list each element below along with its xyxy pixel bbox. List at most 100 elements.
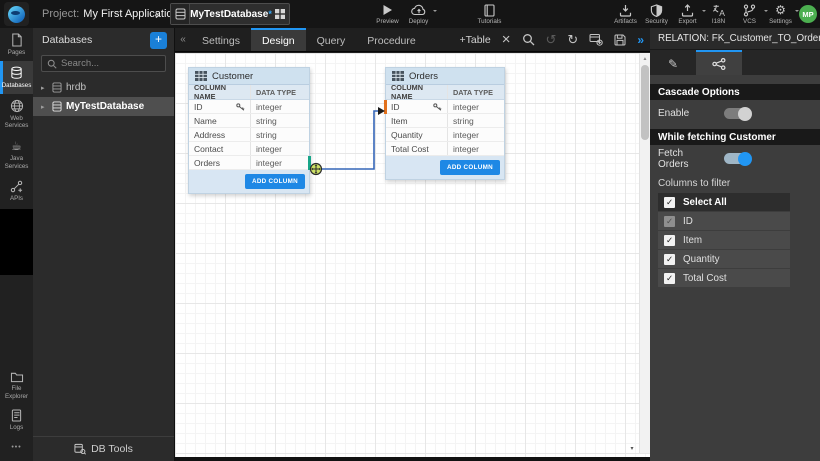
tab-edit-relation[interactable]: ✎ [650,50,696,75]
search-box[interactable] [41,55,166,72]
column-row-total-cost[interactable]: Total Cost integer [386,142,504,156]
tab-settings[interactable]: Settings [191,28,251,51]
scroll-up-icon[interactable]: ▲ [640,53,650,63]
db-tools-button[interactable]: DB Tools [33,436,174,461]
tab-query[interactable]: Query [306,28,357,51]
column-row-quantity[interactable]: Quantity integer [386,128,504,142]
grid-view-icon[interactable] [272,9,289,19]
search-icon[interactable] [522,33,535,46]
column-row-item[interactable]: Item string [386,114,504,128]
filter-row-select-all[interactable]: ✓ Select All [658,193,790,211]
expand-panel-icon[interactable]: » [637,33,644,47]
add-column-button[interactable]: ADD COLUMN [440,160,500,175]
add-column-button[interactable]: ADD COLUMN [245,174,305,189]
scrollbar-thumb[interactable] [641,65,649,140]
vcs-button[interactable]: VCS [734,0,765,28]
filter-row-quantity[interactable]: ✓ Quantity [658,250,790,268]
filter-row-item[interactable]: ✓ Item [658,231,790,249]
checkbox-checked[interactable]: ✓ [664,254,675,265]
relation-target-anchor[interactable] [384,100,387,114]
sidebar-item-apis[interactable]: APIs [0,175,33,207]
db-tree-item-hrdb[interactable]: ▸ hrdb [33,78,174,97]
export-button[interactable]: Export [672,0,703,28]
filter-row-id[interactable]: ✓ ID [658,212,790,230]
checkbox-checked[interactable]: ✓ [664,197,675,208]
schema-canvas[interactable]: Customer COLUMN NAME DATA TYPE ID intege… [175,53,650,457]
search-icon [47,59,57,69]
primary-key-icon [433,103,442,111]
column-row-address[interactable]: Address string [189,128,309,142]
pencil-icon: ✎ [668,57,678,71]
settings-button[interactable]: ⚙ Settings [765,0,796,28]
expander-icon[interactable]: ▸ [41,84,48,92]
security-button[interactable]: Security [641,0,672,28]
coffee-cup-icon: ☕ [11,139,22,153]
i18n-button[interactable]: A I18N [703,0,734,28]
search-input[interactable] [61,58,160,69]
table-card-customer[interactable]: Customer COLUMN NAME DATA TYPE ID intege… [188,67,310,194]
table-card-orders[interactable]: Orders COLUMN NAME DATA TYPE ID integer … [385,67,505,180]
checkbox-checked[interactable]: ✓ [664,273,675,284]
collapse-panel-icon[interactable]: « [175,28,191,51]
database-icon [52,82,62,93]
tutorials-button[interactable]: Tutorials [474,0,505,28]
column-row-contact[interactable]: Contact integer [189,142,309,156]
column-row-name[interactable]: Name string [189,114,309,128]
connector-drag-node [311,164,322,175]
relation-properties-panel: RELATION: FK_Customer_TO_Orders_O... ✎ C… [650,28,820,461]
table-name: Orders [409,71,438,82]
save-icon[interactable] [614,34,626,46]
tab-design[interactable]: Design [251,28,306,51]
update-database-icon[interactable] [589,33,603,46]
page-icon [10,33,23,47]
fetch-orders-toggle[interactable] [724,153,750,164]
open-database-tab[interactable]: MyTestDatabase* [170,3,290,25]
deploy-button[interactable]: Deploy [403,0,434,28]
redo-icon[interactable]: ↻ [567,33,578,46]
tab-relation-options[interactable] [696,50,742,75]
column-row-id[interactable]: ID integer [386,100,504,114]
vertical-scrollbar[interactable]: ▲ [639,53,650,453]
add-database-button[interactable]: + [150,32,167,49]
branch-icon [743,4,756,17]
filter-row-total-cost[interactable]: ✓ Total Cost [658,269,790,287]
tab-procedure[interactable]: Procedure [356,28,426,51]
db-tree-item-mytestdatabase[interactable]: ▸ MyTestDatabase [33,97,174,116]
table-name: Customer [212,71,253,82]
sidebar-item-logs[interactable]: Logs [0,404,33,436]
checkbox-checked[interactable]: ✓ [664,235,675,246]
sidebar-item-pages[interactable]: Pages [0,28,33,61]
toolbar-left-actions: Preview Deploy Tutori [372,0,505,28]
undo-icon[interactable]: ↺ [546,33,557,46]
relation-source-anchor[interactable] [308,156,311,170]
preview-button[interactable]: Preview [372,0,403,28]
expander-icon[interactable]: ▸ [41,103,48,111]
gear-icon: ⚙ [775,4,786,17]
scroll-corner-icon[interactable]: ▾ [625,443,639,453]
sidebar-item-databases[interactable]: Databases [0,61,33,94]
sidebar-item-web-services[interactable]: Web Services [0,94,33,135]
download-icon [619,4,632,17]
app-logo[interactable] [4,2,29,26]
column-row-id[interactable]: ID integer [189,100,309,114]
more-options-icon[interactable]: ••• [0,436,33,461]
primary-key-icon [236,103,245,111]
relation-title: RELATION: FK_Customer_TO_Orders_O... [650,28,820,50]
project-name[interactable]: My First Application [83,8,178,20]
add-table-button[interactable]: +Table [460,34,491,46]
enable-label: Enable [658,108,710,119]
enable-toggle[interactable] [724,108,750,119]
user-avatar[interactable]: MP [799,5,817,23]
relation-panel-tabs: ✎ [650,50,820,75]
wavemaker-logo-icon [8,6,25,23]
breadcrumb-chevron-icon: › [155,0,159,28]
canvas-bottom-edge [175,457,650,461]
tab-title-text: MyTestDatabase [190,9,268,20]
column-row-orders[interactable]: Orders integer [189,156,309,170]
sidebar-item-file-explorer[interactable]: File Explorer [0,366,33,405]
sidebar-item-java-services[interactable]: ☕ Java Services [0,134,33,175]
artifacts-button[interactable]: Artifacts [610,0,641,28]
close-icon[interactable]: × [502,33,511,46]
share-relation-icon [712,58,726,70]
globe-icon [10,99,24,113]
